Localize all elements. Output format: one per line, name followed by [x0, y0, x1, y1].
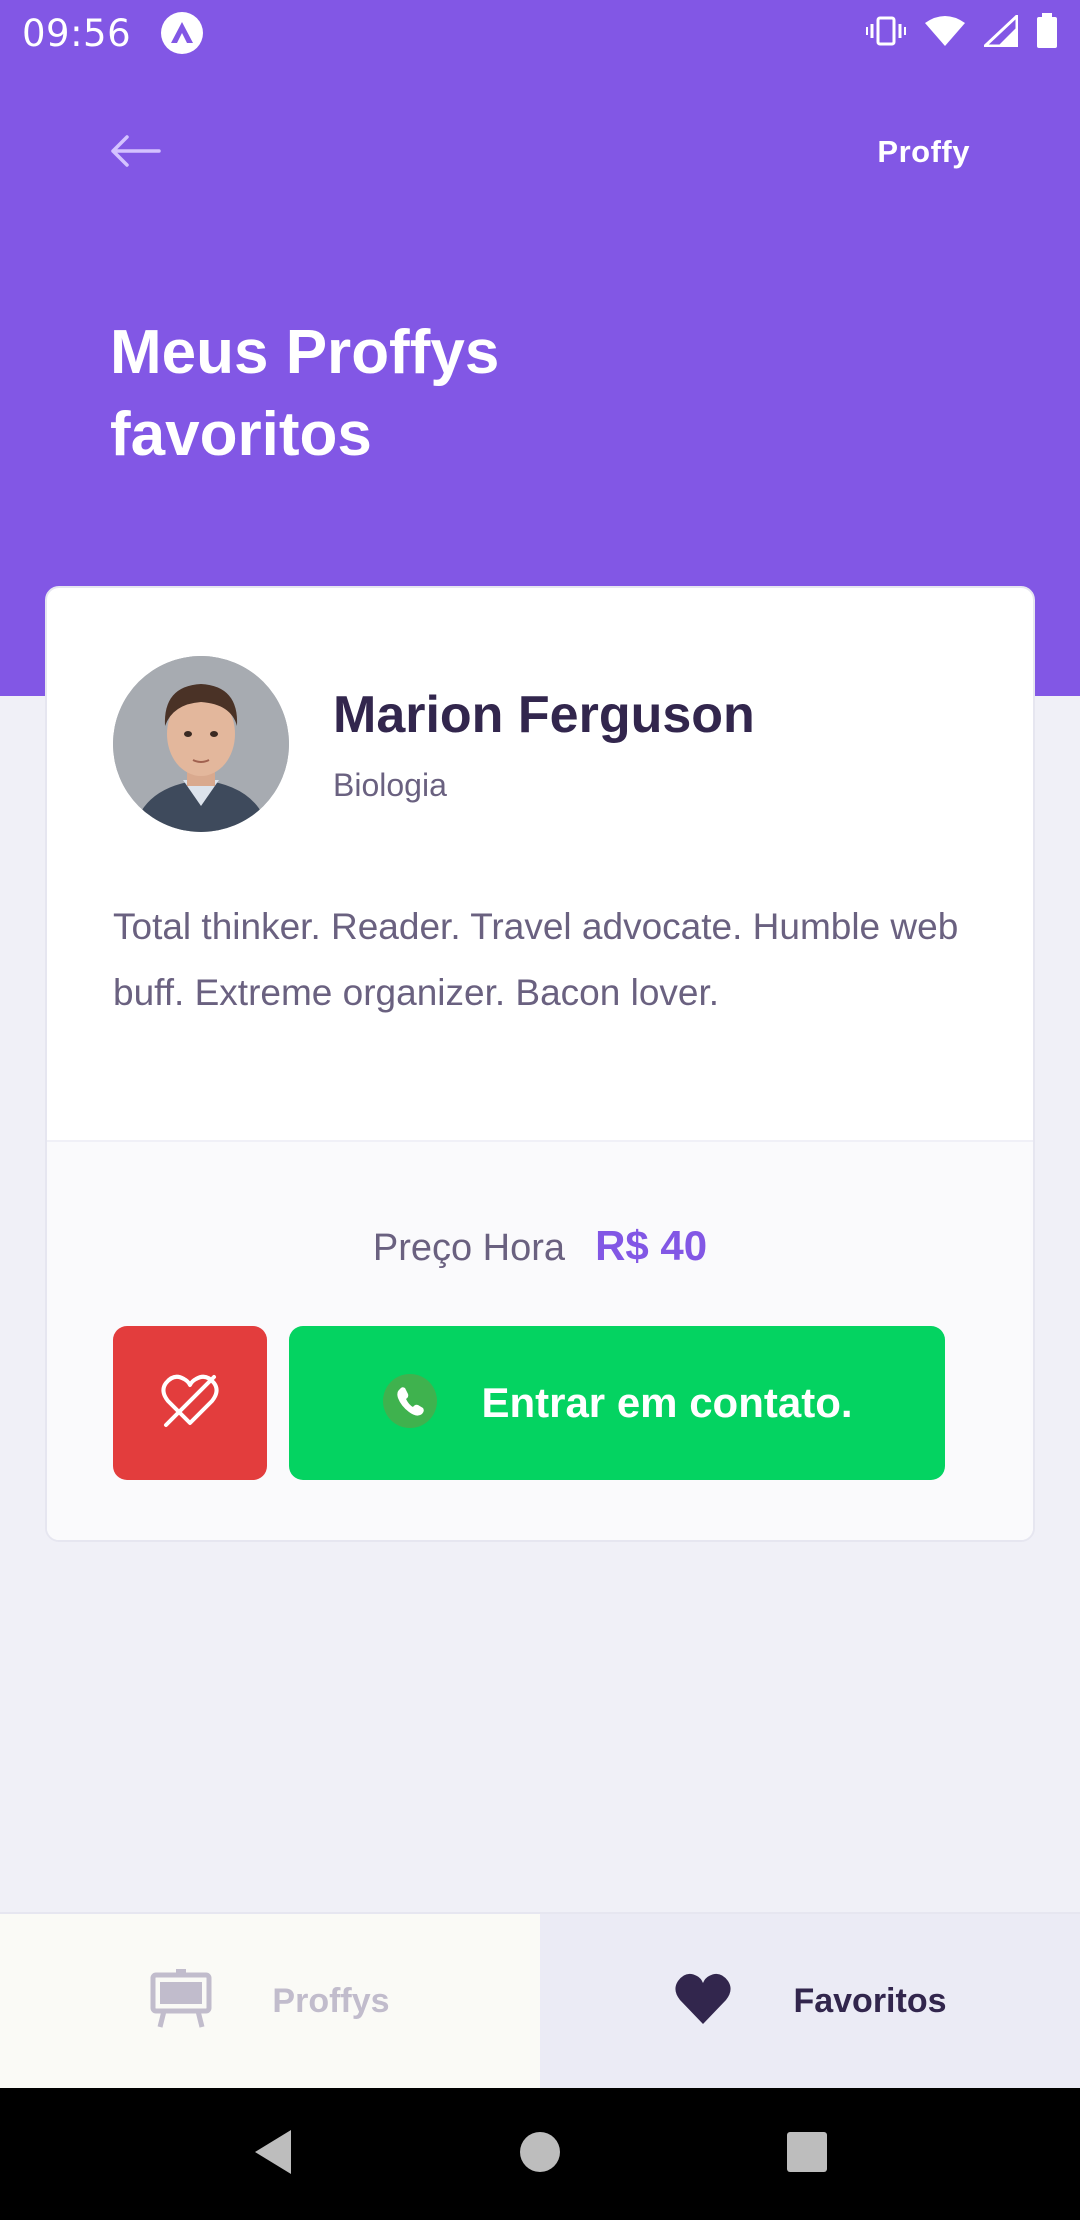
nav-back-button[interactable]	[233, 2114, 313, 2194]
brand-logo: Proffy	[877, 134, 970, 169]
status-right	[866, 12, 1058, 54]
teacher-name: Marion Ferguson	[333, 685, 755, 744]
system-nav-bar	[0, 2088, 1080, 2220]
easel-icon	[150, 1968, 212, 2034]
contact-label: Entrar em contato.	[481, 1379, 853, 1426]
profile-info: Marion Ferguson Biologia	[333, 685, 755, 804]
heart-icon	[673, 1972, 733, 2031]
battery-icon	[1036, 12, 1058, 54]
heart-outline-icon	[160, 1373, 220, 1434]
teacher-bio: Total thinker. Reader. Travel advocate. …	[113, 906, 959, 1013]
teacher-profile: Marion Ferguson Biologia	[113, 656, 755, 832]
status-bar: 09:56	[0, 0, 1080, 66]
price-row: Preço Hora R$ 40	[47, 1222, 1033, 1270]
back-button[interactable]	[104, 128, 166, 178]
home-icon	[518, 2130, 562, 2179]
tab-favoritos[interactable]: Favoritos	[540, 1914, 1080, 2088]
nav-recents-button[interactable]	[767, 2114, 847, 2194]
price-value: R$ 40	[595, 1222, 708, 1269]
avatar	[113, 656, 289, 832]
signal-icon	[981, 12, 1019, 52]
page-title: Meus Proffys favoritos	[110, 318, 500, 469]
back-icon	[251, 2128, 295, 2181]
card-footer: Preço Hora R$ 40 Entrar em contato.	[47, 1140, 1033, 1540]
tab-proffys-label: Proffys	[272, 1981, 390, 2020]
react-native-icon	[161, 12, 204, 54]
contact-button[interactable]: Entrar em contato.	[289, 1326, 945, 1480]
tab-proffys[interactable]: Proffys	[0, 1914, 540, 2088]
wifi-icon	[924, 15, 966, 52]
teacher-subject: Biologia	[333, 766, 447, 803]
arrow-left-icon	[109, 134, 161, 173]
price-label: Preço Hora	[372, 1227, 566, 1269]
recents-icon	[786, 2131, 828, 2178]
tab-favoritos-label: Favoritos	[793, 1981, 947, 2020]
unfavorite-button[interactable]	[113, 1326, 267, 1480]
status-time: 09:56	[22, 11, 132, 55]
teacher-card: Marion Ferguson Biologia Total thinker. …	[45, 586, 1035, 1542]
whatsapp-icon	[381, 1372, 439, 1435]
vibrate-icon	[866, 15, 906, 52]
nav-home-button[interactable]	[500, 2114, 580, 2194]
status-left: 09:56	[22, 11, 204, 55]
bottom-tab-bar: Proffys Favoritos	[0, 1912, 1080, 2088]
